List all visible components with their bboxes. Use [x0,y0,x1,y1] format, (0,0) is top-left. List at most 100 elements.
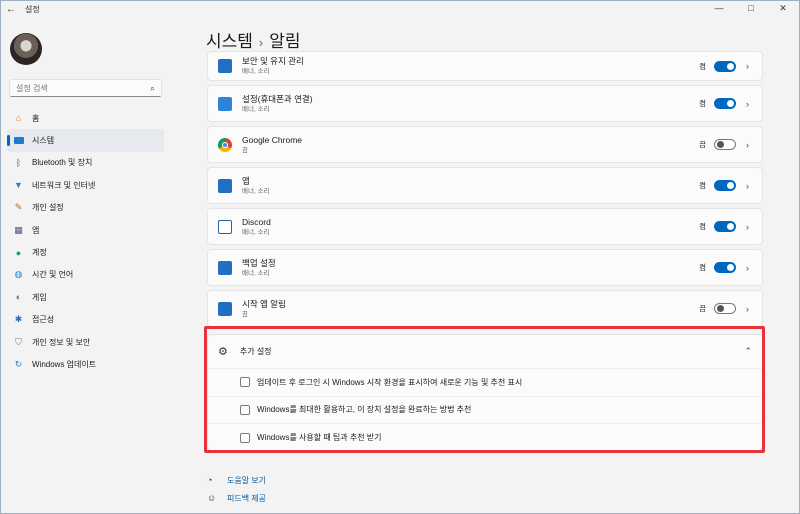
sidebar-item-label: 계정 [32,248,47,258]
minimize-button[interactable]: — [703,1,735,15]
additional-settings-title: 추가 설정 [239,347,272,356]
app-title: 설정 [25,4,40,14]
app-name: Google Chrome [242,134,303,145]
sidebar-item-label: 홈 [32,113,40,123]
accessibility-icon: ✱ [14,314,23,325]
toggle-state-label: 켬 [699,263,706,272]
discord-icon [218,219,232,234]
option-label: Windows를 최대한 활용하고, 이 장치 설정을 완료하는 방법 추천 [257,405,472,415]
app-subtitle: 끔 [242,310,248,318]
notification-toggle[interactable] [714,262,736,273]
help-links: ◔ 도움말 보기 ☺ 피드백 제공 [207,471,266,507]
option-label: 업데이트 후 로그인 시 Windows 시작 환경을 표시하여 새로운 기능 … [257,377,523,387]
notification-toggle[interactable] [714,60,736,72]
close-button[interactable]: ✕ [767,1,799,15]
chevron-right-icon[interactable]: › [746,181,752,191]
app-subtitle: 끔 [242,146,248,154]
notification-toggle[interactable] [714,303,736,314]
chevron-right-icon[interactable]: › [746,61,752,71]
apps-icon: ▦ [14,224,23,235]
sidebar-item-network[interactable]: ▼ 네트워크 및 인터넷 [7,174,164,196]
page-title: 알림 [269,32,301,51]
chevron-right-icon[interactable]: › [746,263,752,273]
avatar[interactable] [10,33,42,65]
update-icon: ↻ [14,358,23,369]
brush-icon: ✎ [14,202,23,213]
option-tips-suggestions[interactable]: Windows를 사용할 때 팁과 추천 받기 [208,424,762,452]
sidebar-item-label: Bluetooth 및 장치 [32,158,93,168]
feedback-icon: ☺ [207,493,217,503]
sidebar: ⌕ ⌂ 홈 시스템 ᛒ Bluetooth 및 장치 ▼ 네트워크 및 인터넷 … [1,17,176,513]
checkbox[interactable] [240,377,250,388]
sidebar-item-personalization[interactable]: ✎ 개인 설정 [7,197,164,219]
checkbox[interactable] [240,432,250,443]
sidebar-item-label: 시간 및 언어 [32,270,74,280]
maximize-button[interactable]: □ [735,1,767,15]
app-row-phone-link[interactable]: 설정(휴대폰과 연결) 배너, 소리 켬 › [207,85,763,122]
app-row-startup-apps[interactable]: 시작 앱 알림 끔 끔 › [207,290,763,327]
search-input[interactable] [16,83,150,93]
sidebar-item-system[interactable]: 시스템 [7,129,164,152]
gear-icon: ⚙ [218,346,228,358]
notification-toggle[interactable] [714,221,736,232]
app-row-discord[interactable]: Discord 배너, 소리 켬 › [207,208,763,245]
sidebar-item-windows-update[interactable]: ↻ Windows 업데이트 [7,353,164,375]
system-icon [13,135,24,146]
app-row-security-maintenance[interactable]: 보안 및 유지 관리 배너, 소리 켬 › [207,51,763,81]
feedback-link-label: 피드백 제공 [227,493,267,503]
notification-toggle[interactable] [714,98,736,109]
settings-app-icon [218,96,232,111]
generic-app-icon [218,178,232,193]
toggle-state-label: 끔 [699,140,706,149]
window-controls: — □ ✕ [703,1,799,15]
chevron-right-icon[interactable]: › [746,222,752,232]
back-arrow-icon[interactable]: ← [1,4,21,15]
sidebar-item-home[interactable]: ⌂ 홈 [7,107,164,129]
sidebar-item-accessibility[interactable]: ✱ 접근성 [7,309,164,331]
feedback-link[interactable]: ☺ 피드백 제공 [207,489,266,507]
notification-toggle[interactable] [714,139,736,150]
help-link[interactable]: ◔ 도움말 보기 [207,471,266,489]
app-row-backup-settings[interactable]: 백업 설정 배너, 소리 켬 › [207,249,763,286]
startup-app-icon [218,301,232,316]
sidebar-item-time-language[interactable]: ◍ 시간 및 언어 [7,264,164,286]
help-link-label: 도움말 보기 [227,475,267,485]
sidebar-item-label: 개인 정보 및 보안 [32,337,91,347]
sidebar-item-label: 게임 [32,292,47,302]
breadcrumb-parent[interactable]: 시스템 [206,32,253,51]
app-name: Discord [242,216,271,227]
additional-settings-header[interactable]: ⚙ 추가 설정 ⌃ [208,335,762,369]
app-subtitle: 배너, 소리 [242,187,270,195]
notification-toggle[interactable] [714,180,736,191]
app-name: 시작 앱 알림 [242,298,286,309]
globe-icon: ◍ [14,269,23,280]
help-icon: ◔ [207,475,213,485]
chevron-right-icon[interactable]: › [746,140,752,150]
app-row-apps[interactable]: 앱 배너, 소리 켬 › [207,167,763,204]
sidebar-item-apps[interactable]: ▦ 앱 [7,219,164,241]
checkbox[interactable] [240,404,250,415]
search-icon[interactable]: ⌕ [150,83,155,94]
app-subtitle: 배너, 소리 [242,269,270,277]
option-finish-setup[interactable]: Windows를 최대한 활용하고, 이 장치 설정을 완료하는 방법 추천 [208,397,762,424]
app-subtitle: 배너, 소리 [242,68,270,75]
app-row-google-chrome[interactable]: Google Chrome 끔 끔 › [207,126,763,163]
sidebar-item-accounts[interactable]: ● 계정 [7,241,164,263]
chevron-up-icon[interactable]: ⌃ [744,346,752,357]
settings-window: ← 설정 — □ ✕ ⌕ ⌂ 홈 시스템 ᛒ Bluetooth 및 장치 [0,0,800,514]
chevron-right-icon[interactable]: › [746,99,752,109]
toggle-state-label: 켬 [699,99,706,108]
bluetooth-icon: ᛒ [15,157,22,168]
sidebar-item-bluetooth[interactable]: ᛒ Bluetooth 및 장치 [7,152,164,174]
app-name: 보안 및 유지 관리 [242,56,304,66]
chrome-icon [218,137,232,152]
breadcrumb: 시스템 › 알림 [206,27,301,52]
app-notification-list: 보안 및 유지 관리 배너, 소리 켬 › 설정(휴대폰과 연결) 배너, 소리… [207,51,763,331]
security-app-icon [218,59,232,73]
sidebar-item-gaming[interactable]: ◐ 게임 [7,286,164,308]
search-box[interactable]: ⌕ [9,79,162,97]
option-welcome-experience[interactable]: 업데이트 후 로그인 시 Windows 시작 환경을 표시하여 새로운 기능 … [208,369,762,397]
chevron-right-icon[interactable]: › [746,304,752,314]
sidebar-item-privacy[interactable]: ⛉ 개인 정보 및 보안 [7,331,164,353]
toggle-state-label: 켬 [699,181,706,190]
